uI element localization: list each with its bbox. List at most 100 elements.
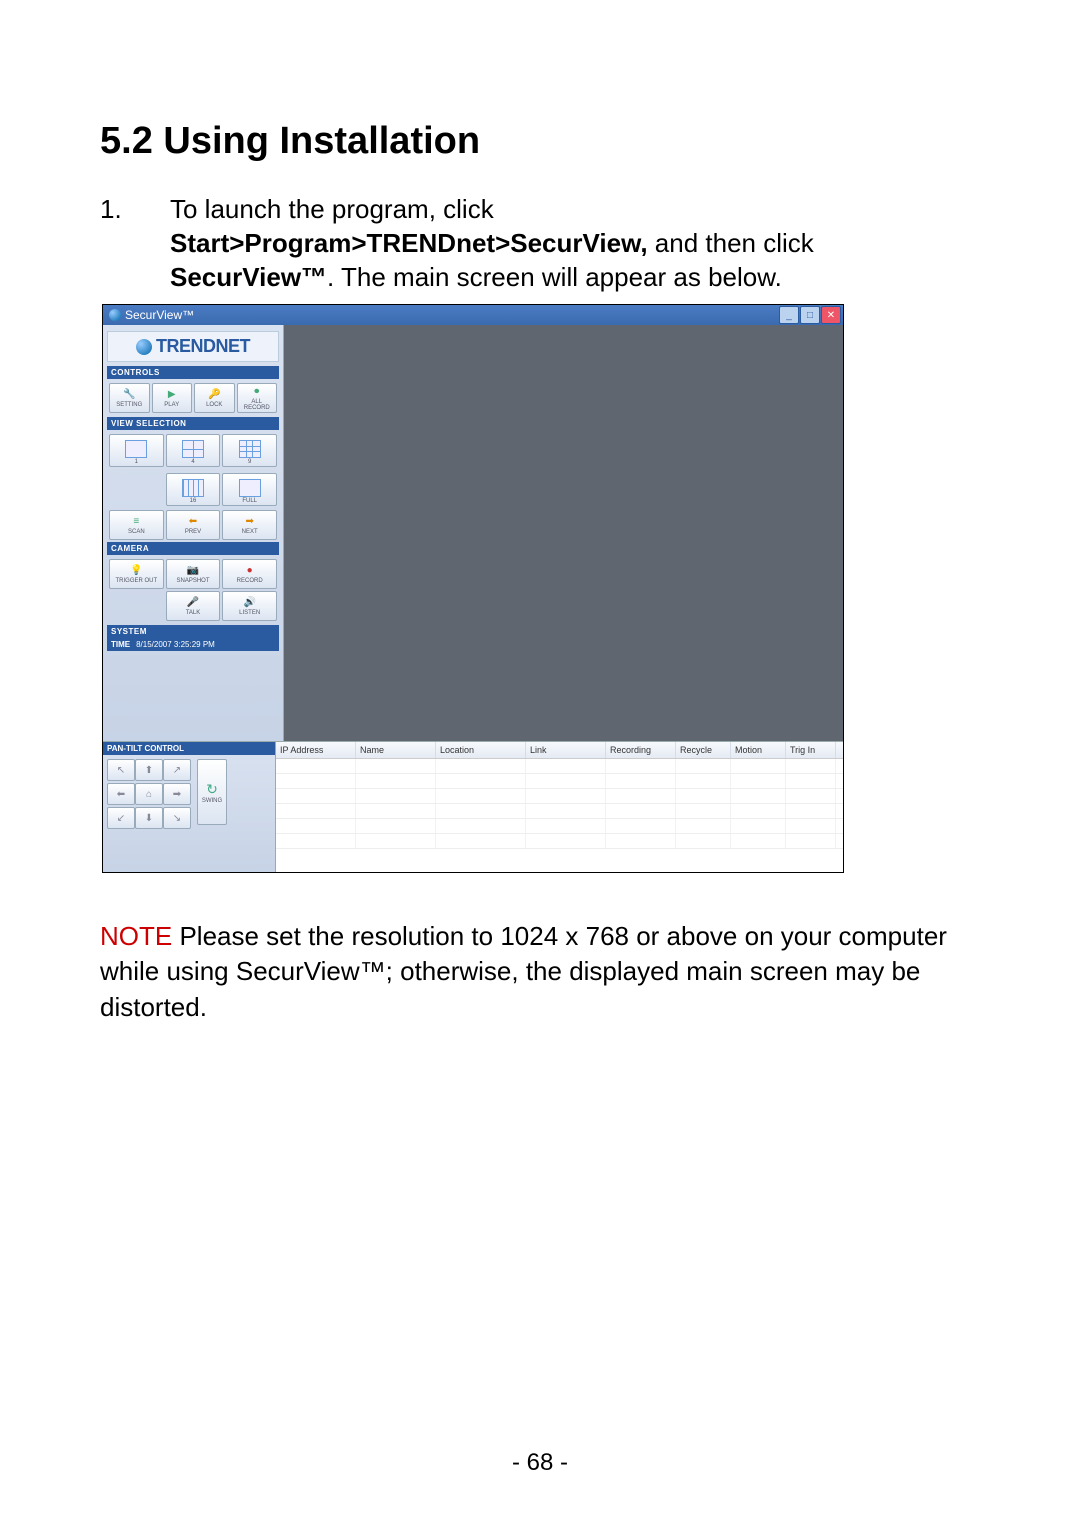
- app-icon: [109, 309, 121, 321]
- pan-tilt-panel: PAN-TILT CONTROL ↖ ⬆ ↗ ↻SWING ⬅ ⌂ ➡ ↙ ⬇ …: [103, 742, 276, 872]
- col-trig[interactable]: Trig In: [786, 742, 836, 758]
- record-button[interactable]: ●RECORD: [222, 559, 277, 589]
- grid9-icon: [239, 440, 261, 458]
- step-after-path: and then click: [648, 228, 814, 258]
- step-path: Start>Program>TRENDnet>SecurView,: [170, 228, 648, 258]
- maximize-button[interactable]: □: [800, 306, 820, 324]
- all-record-button[interactable]: ⏺ALL RECORD: [237, 383, 278, 413]
- mic-icon: 🎤: [187, 597, 199, 609]
- setting-label: SETTING: [116, 402, 142, 408]
- full-icon: [239, 479, 261, 497]
- speaker-icon: 🔊: [244, 597, 256, 609]
- view-9-label: 9: [248, 459, 251, 465]
- snapshot-button[interactable]: 📷SNAPSHOT: [166, 559, 221, 589]
- swing-button[interactable]: ↻SWING: [197, 759, 227, 825]
- table-row[interactable]: [276, 819, 843, 834]
- note-label: NOTE: [100, 921, 172, 951]
- prev-label: PREV: [185, 529, 201, 535]
- system-header: SYSTEM: [107, 625, 279, 638]
- table-row[interactable]: [276, 774, 843, 789]
- ptc-downright-button[interactable]: ↘: [163, 807, 191, 829]
- view-9-button[interactable]: 9: [222, 434, 277, 467]
- view-16-button[interactable]: 16: [166, 473, 221, 506]
- step-line3-rest: . The main screen will appear as below.: [327, 262, 782, 292]
- scan-icon: ≡: [130, 516, 142, 528]
- swing-label: SWING: [202, 798, 222, 804]
- talk-button[interactable]: 🎤TALK: [166, 591, 221, 621]
- camera-table: IP Address Name Location Link Recording …: [276, 742, 843, 872]
- setting-button[interactable]: 🔧SETTING: [109, 383, 150, 413]
- grid16-icon: [182, 479, 204, 497]
- key-icon: 🔑: [208, 389, 220, 401]
- pan-tilt-header: PAN-TILT CONTROL: [103, 742, 275, 755]
- listen-label: LISTEN: [239, 610, 260, 616]
- ptc-upleft-button[interactable]: ↖: [107, 759, 135, 781]
- ptc-down-button[interactable]: ⬇: [135, 807, 163, 829]
- step-text: To launch the program, click Start>Progr…: [170, 193, 814, 294]
- controls-header: CONTROLS: [107, 366, 279, 379]
- brand-text: TRENDNET: [156, 336, 250, 357]
- view-1-label: 1: [135, 459, 138, 465]
- brand-globe-icon: [136, 339, 152, 355]
- table-header: IP Address Name Location Link Recording …: [276, 742, 843, 759]
- col-motion[interactable]: Motion: [731, 742, 786, 758]
- arrow-right-icon: ➡: [244, 516, 256, 528]
- play-button[interactable]: ▶PLAY: [152, 383, 193, 413]
- time-label: TIME: [111, 640, 130, 649]
- step-line1: To launch the program, click: [170, 194, 494, 224]
- col-location[interactable]: Location: [436, 742, 526, 758]
- arrow-left-icon: ⬅: [187, 516, 199, 528]
- step-app: SecurView™: [170, 262, 327, 292]
- ptc-right-button[interactable]: ➡: [163, 783, 191, 805]
- ptc-upright-button[interactable]: ↗: [163, 759, 191, 781]
- trigger-button[interactable]: 💡TRIGGER OUT: [109, 559, 164, 589]
- col-recycle[interactable]: Recycle: [676, 742, 731, 758]
- scan-button[interactable]: ≡SCAN: [109, 510, 164, 540]
- note-text: Please set the resolution to 1024 x 768 …: [100, 921, 947, 1021]
- trigger-label: TRIGGER OUT: [115, 578, 157, 584]
- camera-icon: 📷: [187, 565, 199, 577]
- table-row[interactable]: [276, 759, 843, 774]
- col-recording[interactable]: Recording: [606, 742, 676, 758]
- view-header: VIEW SELECTION: [107, 417, 279, 430]
- view-4-button[interactable]: 4: [166, 434, 221, 467]
- video-grid-area: [284, 325, 843, 741]
- grid4-icon: [182, 440, 204, 458]
- record-icon: ●: [244, 565, 256, 577]
- next-button[interactable]: ➡NEXT: [222, 510, 277, 540]
- prev-button[interactable]: ⬅PREV: [166, 510, 221, 540]
- table-row[interactable]: [276, 834, 843, 849]
- col-link[interactable]: Link: [526, 742, 606, 758]
- col-name[interactable]: Name: [356, 742, 436, 758]
- camera-header: CAMERA: [107, 542, 279, 555]
- ptc-home-button[interactable]: ⌂: [135, 783, 163, 805]
- view-16-label: 16: [190, 498, 197, 504]
- view-full-label: FULL: [242, 498, 257, 504]
- section-heading: 5.2 Using Installation: [100, 120, 980, 163]
- minimize-button[interactable]: _: [779, 306, 799, 324]
- next-label: NEXT: [242, 529, 258, 535]
- view-4-label: 4: [191, 459, 194, 465]
- ptc-up-button[interactable]: ⬆: [135, 759, 163, 781]
- titlebar: SecurView™ _ □ ✕: [103, 305, 843, 325]
- lock-button[interactable]: 🔑LOCK: [194, 383, 235, 413]
- view-1-button[interactable]: 1: [109, 434, 164, 467]
- ptc-left-button[interactable]: ⬅: [107, 783, 135, 805]
- view-full-button[interactable]: FULL: [222, 473, 277, 506]
- step-number: 1.: [100, 193, 170, 294]
- close-button[interactable]: ✕: [821, 306, 841, 324]
- table-row[interactable]: [276, 789, 843, 804]
- talk-label: TALK: [186, 610, 201, 616]
- note-block: NOTE Please set the resolution to 1024 x…: [100, 919, 980, 1024]
- brand-logo: TRENDNET: [107, 331, 279, 362]
- step-1: 1. To launch the program, click Start>Pr…: [100, 193, 980, 294]
- col-ip[interactable]: IP Address: [276, 742, 356, 758]
- bulb-icon: 💡: [130, 565, 142, 577]
- scan-label: SCAN: [128, 529, 145, 535]
- listen-button[interactable]: 🔊LISTEN: [222, 591, 277, 621]
- lock-label: LOCK: [206, 402, 222, 408]
- table-row[interactable]: [276, 804, 843, 819]
- record-label: RECORD: [237, 578, 263, 584]
- ptc-downleft-button[interactable]: ↙: [107, 807, 135, 829]
- play-label: PLAY: [164, 402, 179, 408]
